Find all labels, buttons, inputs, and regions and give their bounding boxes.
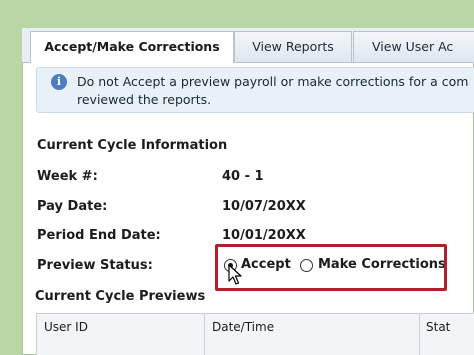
pay-date-label: Pay Date:: [37, 199, 108, 214]
period-end-date-value: 10/01/20XX: [222, 228, 306, 243]
column-divider: [419, 313, 420, 355]
preview-status-label: Preview Status:: [37, 258, 153, 273]
column-divider: [204, 313, 205, 355]
mouse-cursor-icon: [228, 264, 242, 285]
payroll-panel: Accept/Make Corrections View Reports Vie…: [22, 28, 474, 355]
info-icon: i: [51, 74, 67, 90]
info-text-line2: reviewed the reports.: [77, 92, 212, 107]
column-header-status[interactable]: Stat: [426, 320, 450, 334]
column-header-user-id[interactable]: User ID: [44, 320, 88, 334]
tab-bar: Accept/Make Corrections View Reports Vie…: [22, 28, 474, 63]
tab-accept-make-corrections[interactable]: Accept/Make Corrections: [30, 31, 234, 63]
info-text-line1: Do not Accept a preview payroll or make …: [77, 74, 469, 89]
week-value: 40 - 1: [222, 169, 264, 184]
current-cycle-title: Current Cycle Information: [37, 138, 228, 153]
week-label: Week #:: [37, 169, 98, 184]
pay-date-value: 10/07/20XX: [222, 199, 306, 214]
tab-view-user-access[interactable]: View User Ac: [353, 31, 474, 62]
period-end-date-label: Period End Date:: [37, 228, 161, 243]
column-header-date-time[interactable]: Date/Time: [212, 320, 274, 334]
tab-view-reports[interactable]: View Reports: [234, 31, 352, 62]
info-banner: i Do not Accept a preview payroll or mak…: [36, 67, 474, 113]
highlight-box: [215, 244, 447, 291]
current-cycle-previews-title: Current Cycle Previews: [35, 289, 206, 304]
